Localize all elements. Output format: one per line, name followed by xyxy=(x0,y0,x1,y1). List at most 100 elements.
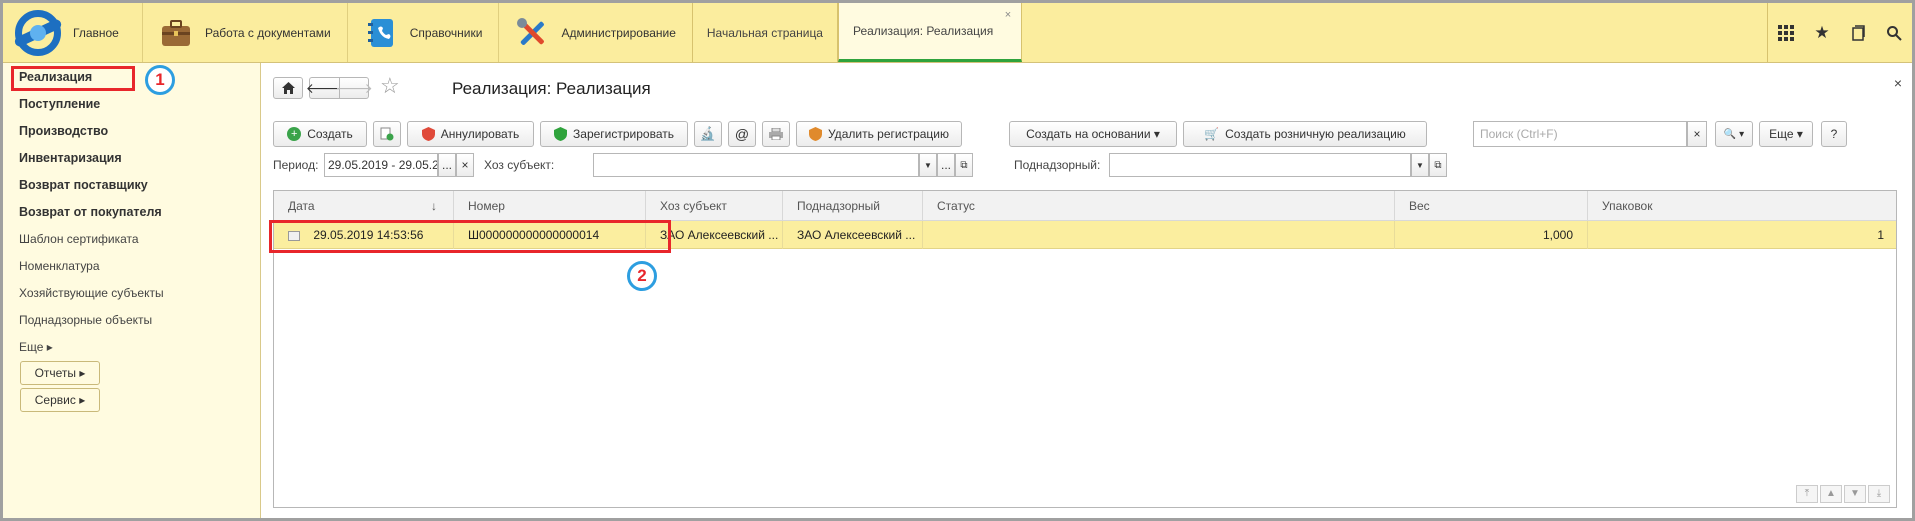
service-button[interactable]: Сервис ▸ xyxy=(20,388,100,412)
sidebar-item-receipt[interactable]: Поступление xyxy=(19,93,100,115)
search-input[interactable]: Поиск (Ctrl+F) xyxy=(1473,121,1687,147)
more-actions-button[interactable]: Еще ▾ xyxy=(1759,121,1813,147)
email-button[interactable]: @ xyxy=(728,121,756,147)
column-packages[interactable]: Упаковок xyxy=(1588,191,1898,221)
subject-field[interactable] xyxy=(593,153,919,177)
open-icon: ⧉ xyxy=(960,159,968,171)
open-icon: ⧉ xyxy=(1434,159,1442,171)
highlight-box-2 xyxy=(269,220,671,253)
home-button[interactable] xyxy=(273,77,303,99)
column-date[interactable]: Дата ↓ xyxy=(274,191,454,221)
tab-realization-label: Реализация: Реализация xyxy=(852,24,994,38)
history-icon[interactable] xyxy=(1840,3,1876,63)
sidebar-item-return-supplier[interactable]: Возврат поставщику xyxy=(19,174,148,196)
clear-icon: × xyxy=(461,158,469,172)
column-status[interactable]: Статус xyxy=(923,191,1395,221)
scroll-down-icon[interactable]: ▼ xyxy=(1844,485,1866,503)
cell-supervised: ЗАО Алексеевский ... xyxy=(783,221,923,249)
create-based-on-button[interactable]: Создать на основании ▾ xyxy=(1009,121,1177,147)
highlight-box-1 xyxy=(11,66,135,91)
section-documents[interactable]: Работа с документами xyxy=(143,3,348,62)
supervised-open-button[interactable]: ⧉ xyxy=(1429,153,1447,177)
scroll-last-icon[interactable]: ⤓ xyxy=(1868,485,1890,503)
period-value: 29.05.2019 - 29.05.2019 xyxy=(328,158,438,172)
tools-icon xyxy=(517,17,545,45)
address-book-icon xyxy=(367,18,393,47)
register-label: Зарегистрировать xyxy=(573,127,674,141)
copy-button[interactable] xyxy=(373,121,401,147)
sidebar-item-production[interactable]: Производство xyxy=(19,120,108,142)
help-icon: ? xyxy=(1830,127,1838,141)
form-close-icon[interactable]: × xyxy=(1894,75,1902,91)
scroll-up-icon[interactable]: ▲ xyxy=(1820,485,1842,503)
supervised-dropdown-button[interactable]: ▼ xyxy=(1411,153,1429,177)
open-tabs: Начальная страница Реализация: Реализаци… xyxy=(691,3,1023,62)
sidebar-item-supervised-objects[interactable]: Поднадзорные объекты xyxy=(19,309,152,331)
column-date-label: Дата xyxy=(288,199,315,213)
sidebar-item-certificate-template[interactable]: Шаблон сертификата xyxy=(19,228,139,250)
copy-document-icon xyxy=(380,127,394,141)
tab-close-icon[interactable]: × xyxy=(1005,9,1011,21)
register-button[interactable]: Зарегистрировать xyxy=(540,121,688,147)
top-bar: Главное Работа с документами Справочники… xyxy=(3,3,1912,63)
column-weight[interactable]: Вес xyxy=(1395,191,1588,221)
search-options-icon: 🔍 ▾ xyxy=(1723,128,1745,140)
subject-select-button[interactable]: ... xyxy=(937,153,955,177)
microscope-button[interactable]: 🔬 xyxy=(694,121,722,147)
search-clear-button[interactable]: × xyxy=(1687,121,1707,147)
period-select-button[interactable]: ... xyxy=(438,153,456,177)
period-clear-button[interactable]: × xyxy=(456,153,474,177)
column-subject[interactable]: Хоз субъект xyxy=(646,191,783,221)
help-button[interactable]: ? xyxy=(1821,121,1847,147)
sidebar-item-nomenclature[interactable]: Номенклатура xyxy=(19,255,100,277)
search-icon[interactable] xyxy=(1876,3,1912,63)
print-button[interactable] xyxy=(762,121,790,147)
at-label: @ xyxy=(734,126,750,142)
microscope-icon: 🔬 xyxy=(699,126,717,141)
sidebar-item-business-entities[interactable]: Хозяйствующие субъекты xyxy=(19,282,164,304)
supervised-field[interactable] xyxy=(1109,153,1411,177)
column-number[interactable]: Номер xyxy=(454,191,646,221)
annotation-badge-1: 1 xyxy=(145,65,175,95)
column-supervised[interactable]: Поднадзорный xyxy=(783,191,923,221)
annul-button[interactable]: Аннулировать xyxy=(407,121,534,147)
forward-button[interactable]: 🡒 xyxy=(335,77,373,99)
sidebar-item-more[interactable]: Еще ▸ xyxy=(19,336,53,358)
favorite-star-icon[interactable]: ☆ xyxy=(380,73,400,99)
sidebar-item-inventory[interactable]: Инвентаризация xyxy=(19,147,122,169)
section-directories[interactable]: Справочники xyxy=(348,3,500,62)
delete-registration-button[interactable]: Удалить регистрацию xyxy=(796,121,962,147)
create-retail-label: Создать розничную реализацию xyxy=(1225,127,1406,141)
period-field[interactable]: 29.05.2019 - 29.05.2019 xyxy=(324,153,438,177)
search-placeholder: Поиск (Ctrl+F) xyxy=(1480,127,1558,141)
section-administration[interactable]: Администрирование xyxy=(499,3,691,62)
table-nav: ⤒ ▲ ▼ ⤓ xyxy=(1796,485,1890,503)
briefcase-icon xyxy=(162,19,190,46)
star-icon[interactable]: ★ xyxy=(1804,3,1840,63)
app-logo-icon xyxy=(13,9,63,56)
cell-packages: 1 xyxy=(1877,228,1884,242)
chevron-down-icon: ▼ xyxy=(924,160,932,170)
sidebar-item-return-customer[interactable]: Возврат от покупателя xyxy=(19,201,162,223)
home-section[interactable]: Главное xyxy=(3,3,143,62)
top-right-tools: ★ xyxy=(1767,3,1912,62)
apps-grid-icon[interactable] xyxy=(1768,3,1804,63)
tab-realization[interactable]: Реализация: Реализация × xyxy=(837,3,1023,62)
sidebar: Реализация Поступление Производство Инве… xyxy=(3,63,261,518)
annotation-badge-2: 2 xyxy=(627,261,657,291)
create-button[interactable]: + Создать xyxy=(273,121,367,147)
shield-green-icon xyxy=(554,127,568,141)
printer-icon xyxy=(769,128,783,140)
shield-orange-icon xyxy=(809,127,822,141)
plus-icon: + xyxy=(287,127,302,141)
tab-start-page-label: Начальная страница xyxy=(706,25,823,40)
create-based-on-label: Создать на основании ▾ xyxy=(1026,127,1160,141)
search-button[interactable]: 🔍 ▾ xyxy=(1715,121,1753,147)
subject-open-button[interactable]: ⧉ xyxy=(955,153,973,177)
scroll-first-icon[interactable]: ⤒ xyxy=(1796,485,1818,503)
subject-dropdown-button[interactable]: ▼ xyxy=(919,153,937,177)
create-retail-button[interactable]: 🛒 Создать розничную реализацию xyxy=(1183,121,1427,147)
search-clear-icon: × xyxy=(1693,127,1701,141)
reports-button[interactable]: Отчеты ▸ xyxy=(20,361,100,385)
tab-start-page[interactable]: Начальная страница xyxy=(691,3,838,62)
